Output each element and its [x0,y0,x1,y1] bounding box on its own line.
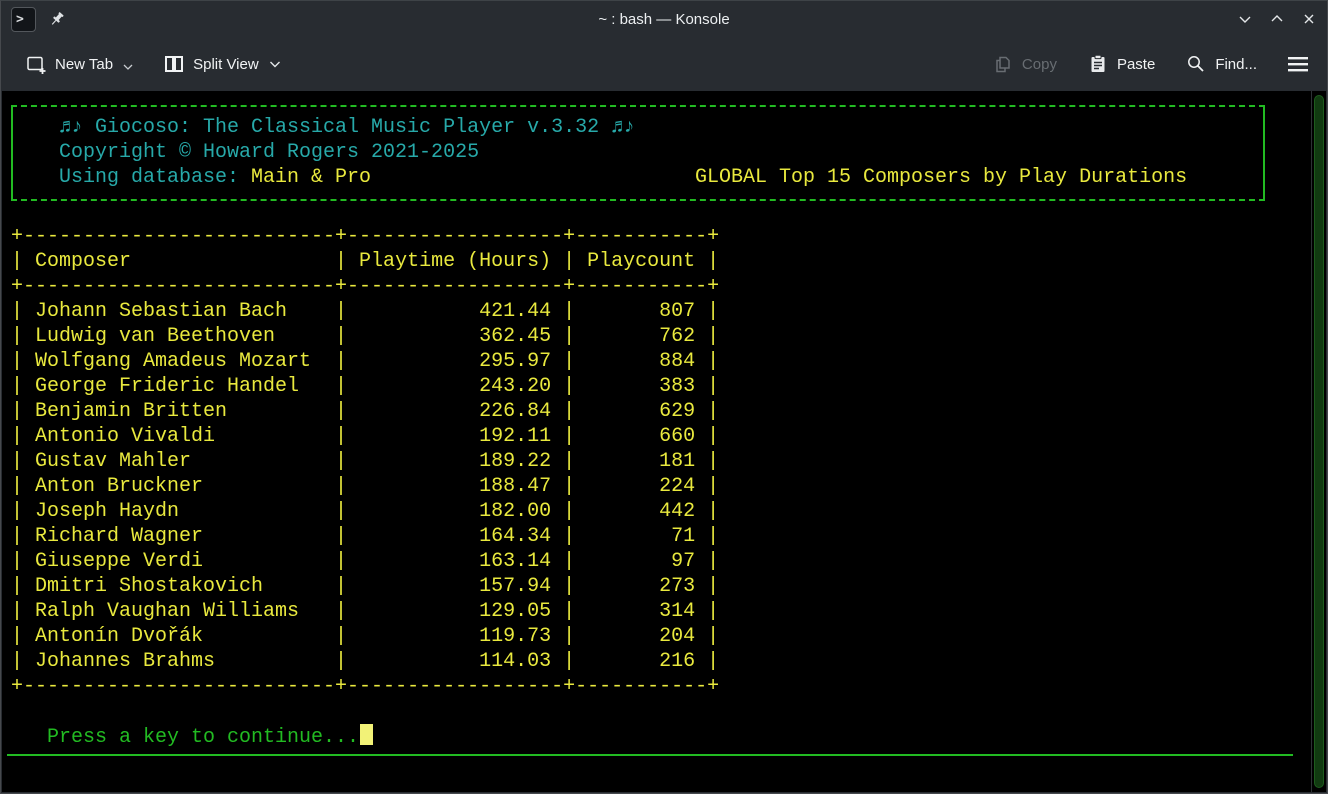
scrollbar[interactable] [1311,91,1326,792]
scrollbar-thumb[interactable] [1314,95,1324,788]
new-tab-label: New Tab [55,56,113,73]
table-row: | Benjamin Britten | 226.84 | 629 | [11,399,719,424]
table-row: | Richard Wagner | 164.34 | 71 | [11,524,719,549]
prompt-text: Press a key to continue... [47,726,359,749]
database-value: Main & Pro [251,166,371,189]
chevron-down-icon [269,60,281,69]
search-icon [1185,53,1207,75]
new-tab-icon [25,53,47,75]
terminal-view[interactable]: ♬♪ Giocoso: The Classical Music Player v… [2,91,1326,792]
new-tab-button[interactable]: New Tab [15,45,143,83]
table-row: +--------------------------+------------… [11,274,719,299]
table-row: | Joseph Haydn | 182.00 | 442 | [11,499,719,524]
composer-table: +--------------------------+------------… [11,224,719,699]
copy-label: Copy [1022,56,1057,73]
pin-icon[interactable] [48,10,66,28]
terminal-cursor [360,724,373,745]
window-title: ~ : bash — Konsole [1,11,1327,28]
horizontal-rule [7,754,1293,756]
table-row: | Giuseppe Verdi | 163.14 | 97 | [11,549,719,574]
paste-icon [1087,53,1109,75]
prompt-line: Press a key to continue... [47,724,373,750]
banner-database-line: Using database: Main & Pro GLOBAL Top 15 … [59,165,1263,190]
table-row: | Gustav Mahler | 189.22 | 181 | [11,449,719,474]
split-view-label: Split View [193,56,259,73]
banner-box: ♬♪ Giocoso: The Classical Music Player v… [11,105,1265,201]
close-icon[interactable] [1301,11,1317,27]
table-row: | Antonio Vivaldi | 192.11 | 660 | [11,424,719,449]
find-label: Find... [1215,56,1257,73]
terminal-app-icon[interactable]: > [11,7,36,32]
table-row: | George Frideric Handel | 243.20 | 383 … [11,374,719,399]
minimize-icon[interactable] [1237,11,1253,27]
hamburger-menu-button[interactable] [1283,46,1313,82]
paste-button[interactable]: Paste [1077,45,1165,83]
split-view-button[interactable]: Split View [153,45,291,83]
report-title: GLOBAL Top 15 Composers by Play Duration… [695,165,1187,190]
table-row: | Dmitri Shostakovich | 157.94 | 273 | [11,574,719,599]
banner-title: ♬♪ Giocoso: The Classical Music Player v… [59,115,1263,140]
copy-button: Copy [982,45,1067,83]
split-view-icon [163,53,185,75]
maximize-icon[interactable] [1269,11,1285,27]
table-row: | Wolfgang Amadeus Mozart | 295.97 | 884… [11,349,719,374]
paste-label: Paste [1117,56,1155,73]
hamburger-menu-icon [1287,54,1309,74]
table-row: | Johannes Brahms | 114.03 | 216 | [11,649,719,674]
banner-copyright: Copyright © Howard Rogers 2021-2025 [59,140,1263,165]
table-row: +--------------------------+------------… [11,224,719,249]
table-row: | Ralph Vaughan Williams | 129.05 | 314 … [11,599,719,624]
table-row: | Johann Sebastian Bach | 421.44 | 807 | [11,299,719,324]
table-row: | Composer | Playtime (Hours) | Playcoun… [11,249,719,274]
copy-icon [992,53,1014,75]
table-row: | Anton Bruckner | 188.47 | 224 | [11,474,719,499]
table-row: | Antonín Dvořák | 119.73 | 204 | [11,624,719,649]
konsole-window: > ~ : bash — Konsole New Tab [0,0,1328,794]
table-row: | Ludwig van Beethoven | 362.45 | 762 | [11,324,719,349]
find-button[interactable]: Find... [1175,45,1267,83]
titlebar: > ~ : bash — Konsole [1,1,1327,37]
toolbar: New Tab Split View Copy Past [1,37,1327,91]
chevron-down-icon [123,63,133,71]
database-label: Using database: [59,166,251,189]
table-row: +--------------------------+------------… [11,674,719,699]
